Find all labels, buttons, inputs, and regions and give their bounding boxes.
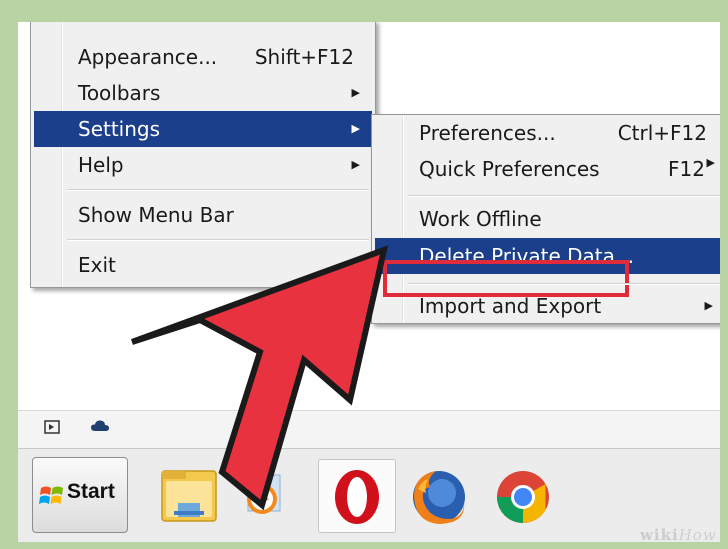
wikihow-watermark: wikiHow — [640, 526, 717, 544]
watermark-suffix: How — [678, 526, 717, 544]
watermark-prefix: wiki — [640, 526, 679, 544]
pointing-arrow-icon — [130, 245, 389, 511]
